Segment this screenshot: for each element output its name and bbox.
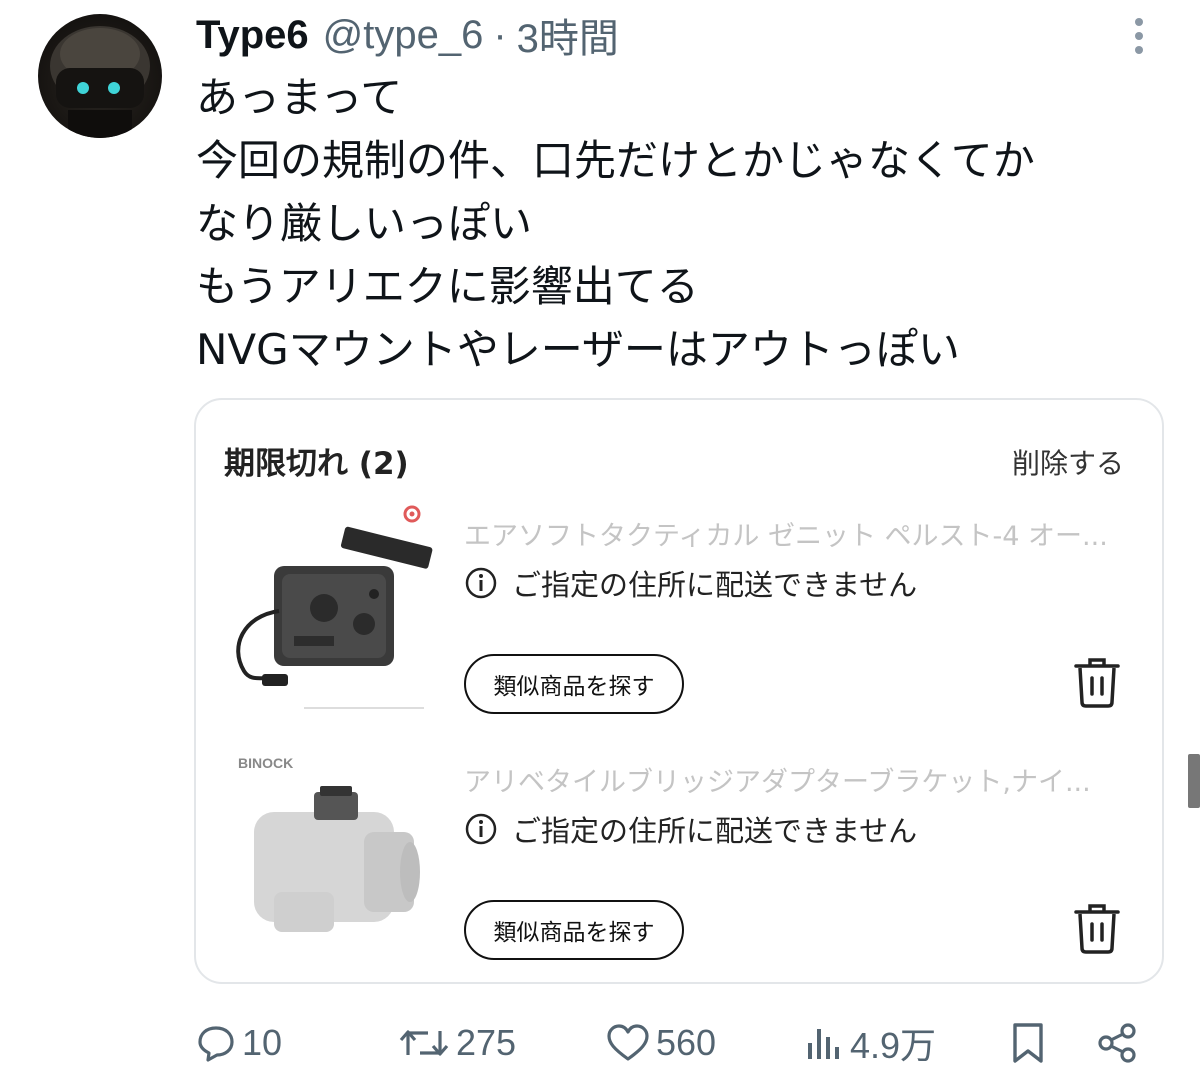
item-title: アリベタイルブリッジアダプターブラケット,ナイ... <box>464 767 1091 798</box>
like-icon <box>607 1024 649 1061</box>
bookmark-button[interactable] <box>1010 1010 1046 1076</box>
tweet-text: あっまって 今回の規制の件、口先だけとかじゃなくてか なり厳しいっぽい もうアリ… <box>196 66 1156 381</box>
timestamp[interactable]: 3時間 <box>517 6 619 64</box>
author-name[interactable]: Type6 <box>196 13 309 58</box>
tweet-media-image[interactable]: 期限切れ (2) 削除する エアソフトタクティカル ゼニット ペルスト-4 オー… <box>194 398 1164 984</box>
expired-section-title: 期限切れ (2) <box>224 446 409 482</box>
notice-text: ご指定の住所に配送できません <box>512 568 918 602</box>
retweet-icon <box>399 1030 449 1056</box>
laser-device-image <box>224 496 434 716</box>
reply-count: 10 <box>242 1022 283 1063</box>
separator-dot: · <box>493 12 507 57</box>
retweet-count: 275 <box>456 1022 517 1063</box>
trash-icon <box>1072 900 1122 956</box>
info-icon <box>464 812 498 846</box>
notice-text: ご指定の住所に配送できません <box>512 814 918 848</box>
find-similar-button: 類似商品を探す <box>464 900 684 960</box>
share-button[interactable] <box>1096 1010 1140 1076</box>
more-vertical-icon[interactable] <box>1124 14 1154 58</box>
tweet-text-line: 今回の規制の件、口先だけとかじゃなくてか <box>196 136 1035 185</box>
reply-button[interactable]: 10 <box>196 1010 282 1076</box>
view-count: 4.9万 <box>850 1025 937 1066</box>
author-handle[interactable]: @type_6 <box>323 13 484 58</box>
delivery-notice: ご指定の住所に配送できません <box>464 562 917 604</box>
expired-item: BINOCK アリベタイルブリッジアダプターブラケット,ナイ... ご指定の住所… <box>196 742 1162 982</box>
views-icon <box>808 1029 839 1059</box>
retweet-button[interactable]: 275 <box>398 1010 516 1076</box>
trash-icon <box>1072 654 1122 710</box>
share-icon <box>1098 1023 1136 1063</box>
action-bar: 10 275 560 4.9万 <box>0 1010 1200 1076</box>
find-similar-button: 類似商品を探す <box>464 654 684 714</box>
tweet-text-line: なり厳しいっぽい <box>196 199 533 248</box>
expired-item: エアソフトタクティカル ゼニット ペルスト-4 オー... ご指定の住所に配送で… <box>196 496 1162 742</box>
like-count: 560 <box>656 1022 717 1063</box>
scrollbar-thumb[interactable] <box>1188 754 1200 808</box>
info-icon <box>464 566 498 600</box>
like-button[interactable]: 560 <box>606 1010 716 1076</box>
brand-label: BINOCK <box>238 755 293 771</box>
tweet-text-line: もうアリエクに影響出てる <box>196 262 699 311</box>
item-title: エアソフトタクティカル ゼニット ペルスト-4 オー... <box>464 521 1108 552</box>
tweet-text-line: あっまって <box>196 73 403 122</box>
views-button[interactable]: 4.9万 <box>804 1010 936 1076</box>
adapter-bracket-image: BINOCK <box>224 742 434 962</box>
delete-link: 削除する <box>1011 447 1124 480</box>
delivery-notice: ご指定の住所に配送できません <box>464 808 917 850</box>
tweet-header: Type6 @type_6 · 3時間 <box>196 8 619 62</box>
reply-icon <box>198 1026 234 1062</box>
avatar[interactable] <box>38 14 162 138</box>
bookmark-icon <box>1013 1023 1043 1063</box>
tweet-text-line: NVGマウントやレーザーはアウトっぽい <box>196 325 960 374</box>
